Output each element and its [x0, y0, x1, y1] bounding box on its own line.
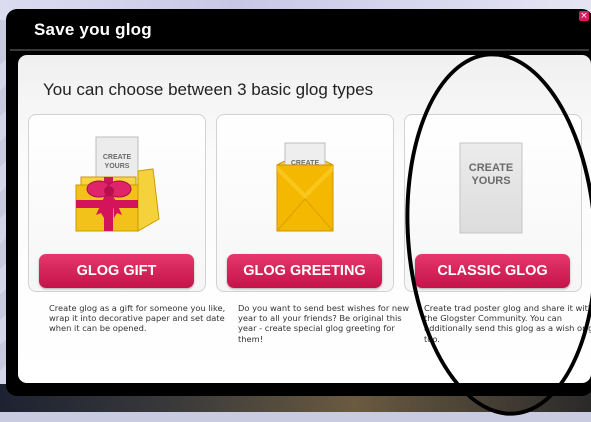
close-button[interactable]: × — [579, 11, 589, 21]
gift-thumb-text-1: CREATE — [103, 154, 132, 161]
save-glog-dialog: Save you glog × You can choose between 3… — [8, 11, 591, 394]
choose-type-heading: You can choose between 3 basic glog type… — [43, 80, 374, 99]
classic-thumb-text-2: YOURS — [471, 175, 510, 187]
glog-gift-card[interactable]: CREATE YOURS GLOG GIFT — [28, 114, 206, 292]
glog-greeting-card[interactable]: CREATE GLOG GREETING — [216, 114, 394, 292]
classic-glog-card[interactable]: CREATE YOURS CLASSIC GLOG — [404, 114, 582, 292]
gift-thumb-text-2: YOURS — [105, 163, 130, 170]
glog-greeting-button[interactable]: GLOG GREETING — [227, 254, 382, 288]
classic-thumb-text-1: CREATE — [469, 162, 513, 174]
title-divider — [10, 49, 589, 51]
poster-icon: CREATE YOURS — [459, 142, 523, 234]
envelope-icon: CREATE — [276, 142, 334, 232]
classic-glog-description: Create trad poster glog and share it wit… — [424, 303, 591, 344]
gift-box-icon: CREATE YOURS — [75, 136, 160, 232]
dialog-content: You can choose between 3 basic glog type… — [18, 55, 591, 383]
glog-gift-button[interactable]: GLOG GIFT — [39, 254, 194, 288]
dialog-title: Save you glog — [34, 20, 152, 39]
glog-gift-description: Create glog as a gift for someone you li… — [49, 303, 226, 334]
classic-glog-button[interactable]: CLASSIC GLOG — [415, 254, 570, 288]
glog-greeting-description: Do you want to send best wishes for new … — [238, 303, 410, 344]
